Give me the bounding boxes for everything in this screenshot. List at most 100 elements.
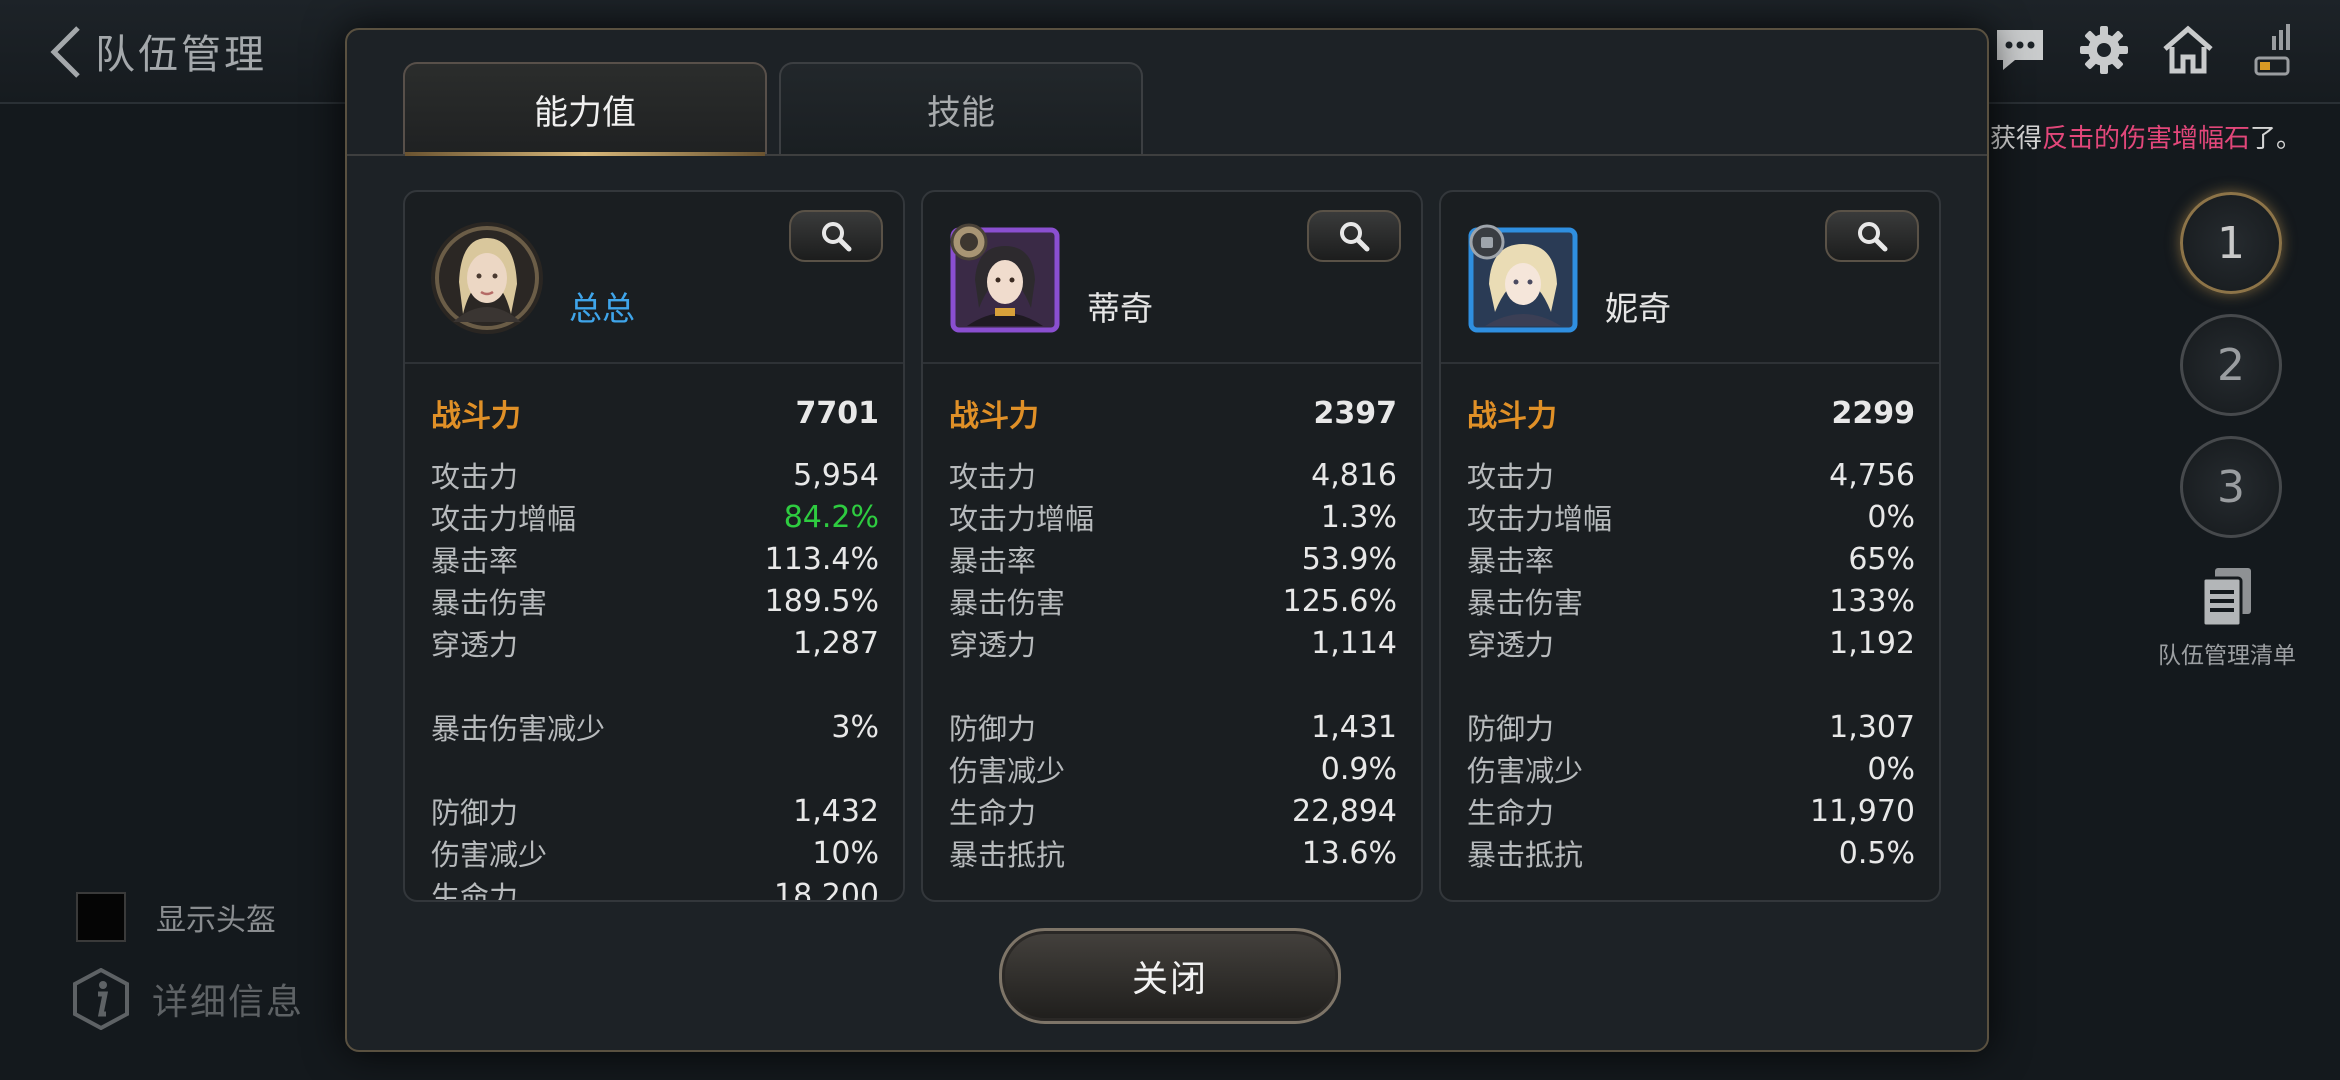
show-helmet-option[interactable]: 显示头盔 [76, 892, 276, 942]
stat-row: 伤害减少 0.9% [949, 748, 1397, 790]
stat-value: 1.3% [1320, 499, 1397, 535]
stat-row: 生命力 22,894 [949, 790, 1397, 832]
settings-button[interactable] [2076, 22, 2132, 78]
stat-label: 战斗力 [949, 399, 1039, 434]
tab-skills[interactable]: 技能 [779, 62, 1143, 154]
stat-value: 0% [1867, 499, 1915, 535]
stat-label: 暴击抵抗 [949, 838, 1066, 872]
stat-value: 13.6% [1301, 835, 1397, 871]
stat-value: 22,894 [1292, 793, 1397, 829]
stat-label: 生命力 [431, 880, 519, 902]
tab-stats[interactable]: 能力值 [403, 62, 767, 156]
hero-card: 总总 战斗力 7701 攻击力 5,954 攻击力增幅 84.2% 暴击率 113.4… [403, 190, 905, 902]
stat-row: 暴击率 65% [1467, 538, 1915, 580]
combat-power-row: 战斗力 2397 [949, 388, 1397, 438]
hero-cards: 总总 战斗力 7701 攻击力 5,954 攻击力增幅 84.2% 暴击率 113.4… [403, 190, 1941, 902]
zoom-button[interactable] [1307, 210, 1401, 262]
stat-row: 伤害减少 10% [431, 832, 879, 874]
stat-value: 18,200 [774, 877, 879, 902]
stat-value: 2397 [1313, 395, 1398, 431]
stat-value: 133% [1829, 583, 1915, 619]
stat-row: 攻击力增幅 84.2% [431, 496, 879, 538]
stat-label: 暴击伤害 [1467, 586, 1584, 620]
top-icons [1992, 22, 2300, 78]
hero-name: 妮奇 [1605, 289, 1671, 328]
stat-label: 暴击伤害减少 [431, 712, 606, 746]
home-icon [2163, 25, 2213, 74]
stat-label: 生命力 [1467, 796, 1555, 830]
stat-label: 防御力 [949, 712, 1037, 746]
hero-name: 蒂奇 [1087, 289, 1153, 328]
notice-prefix: 获得 [1990, 124, 2043, 154]
hero-name: 总总 [569, 289, 635, 328]
stat-label: 攻击力 [431, 460, 519, 494]
status-indicator [2244, 22, 2300, 78]
stat-value: 1,307 [1829, 709, 1915, 745]
stat-value: 0.5% [1838, 835, 1915, 871]
stat-label: 穿透力 [1467, 628, 1555, 662]
chat-button[interactable] [1992, 22, 2048, 78]
stat-value: 84.2% [783, 499, 879, 535]
hero-card: 蒂奇 战斗力 2397 攻击力 4,816 攻击力增幅 1.3% 暴击率 53.9% … [921, 190, 1423, 902]
hero-card: 妮奇 战斗力 2299 攻击力 4,756 攻击力增幅 0% 暴击率 65% 暴击伤害… [1439, 190, 1941, 902]
stat-label: 暴击伤害 [949, 586, 1066, 620]
stat-row: 穿透力 1,192 [1467, 622, 1915, 664]
close-button[interactable]: 关闭 [999, 928, 1341, 1024]
stat-label: 防御力 [1467, 712, 1555, 746]
stat-row: 防御力 1,307 [1467, 706, 1915, 748]
details-button[interactable]: 详细信息 [72, 968, 304, 1030]
stat-label: 暴击率 [949, 544, 1037, 578]
stat-value: 125.6% [1282, 583, 1397, 619]
hero-stats: 战斗力 2397 攻击力 4,816 攻击力增幅 1.3% 暴击率 53.9% 暴击伤… [923, 364, 1421, 874]
stat-label: 攻击力增幅 [431, 502, 577, 536]
show-helmet-label: 显示头盔 [156, 903, 276, 938]
stat-label: 生命力 [949, 796, 1037, 830]
team-manage-list-button[interactable]: 队伍管理清单 [2152, 566, 2302, 670]
stat-label: 伤害减少 [1467, 754, 1584, 788]
details-label: 详细信息 [152, 982, 305, 1023]
stat-label: 暴击率 [1467, 544, 1555, 578]
back-button[interactable] [36, 22, 96, 82]
player-avatar[interactable] [431, 222, 543, 334]
stat-row: 防御力 1,432 [431, 790, 879, 832]
team-slot-3[interactable]: 3 [2180, 436, 2282, 538]
stat-value: 0% [1867, 751, 1915, 787]
stat-row: 暴击伤害 189.5% [431, 580, 879, 622]
hero-stats: 战斗力 7701 攻击力 5,954 攻击力增幅 84.2% 暴击率 113.4% 暴… [405, 364, 903, 902]
notice-suffix: 了。 [2250, 124, 2303, 154]
stat-row: 暴击伤害 125.6% [949, 580, 1397, 622]
hero-card-header: 妮奇 [1441, 192, 1939, 364]
stat-row: 攻击力 4,756 [1467, 454, 1915, 496]
stat-value: 4,816 [1311, 457, 1397, 493]
stat-value: 7701 [795, 395, 880, 431]
stat-value: 1,287 [793, 625, 879, 661]
stat-value: 1,192 [1829, 625, 1915, 661]
stat-row: 防御力 1,431 [949, 706, 1397, 748]
gear-icon [2080, 26, 2128, 74]
team-slot-1[interactable]: 1 [2180, 192, 2282, 294]
stat-label: 穿透力 [949, 628, 1037, 662]
team-slot-2[interactable]: 2 [2180, 314, 2282, 416]
stat-label: 防御力 [431, 796, 519, 830]
hero-portrait[interactable] [1467, 222, 1579, 334]
hero-card-header: 总总 [405, 192, 903, 364]
stat-row: 暴击抵抗 13.6% [949, 832, 1397, 874]
stat-label: 伤害减少 [949, 754, 1066, 788]
signal-battery-icon [2254, 24, 2290, 76]
stat-row: 暴击率 53.9% [949, 538, 1397, 580]
stat-value: 65% [1848, 541, 1915, 577]
page-title: 队伍管理 [95, 32, 267, 78]
stat-row: 攻击力 4,816 [949, 454, 1397, 496]
chat-icon [1997, 30, 2043, 70]
zoom-button[interactable] [789, 210, 883, 262]
stat-value: 3% [831, 709, 879, 745]
stat-row: 攻击力增幅 0% [1467, 496, 1915, 538]
zoom-button[interactable] [1825, 210, 1919, 262]
stat-label: 穿透力 [431, 628, 519, 662]
team-manage-list-label: 队伍管理清单 [2158, 643, 2296, 669]
home-button[interactable] [2160, 22, 2216, 78]
hero-portrait[interactable] [949, 222, 1061, 334]
show-helmet-checkbox[interactable] [76, 892, 126, 942]
stat-row: 穿透力 1,287 [431, 622, 879, 664]
stat-row: 暴击伤害 133% [1467, 580, 1915, 622]
